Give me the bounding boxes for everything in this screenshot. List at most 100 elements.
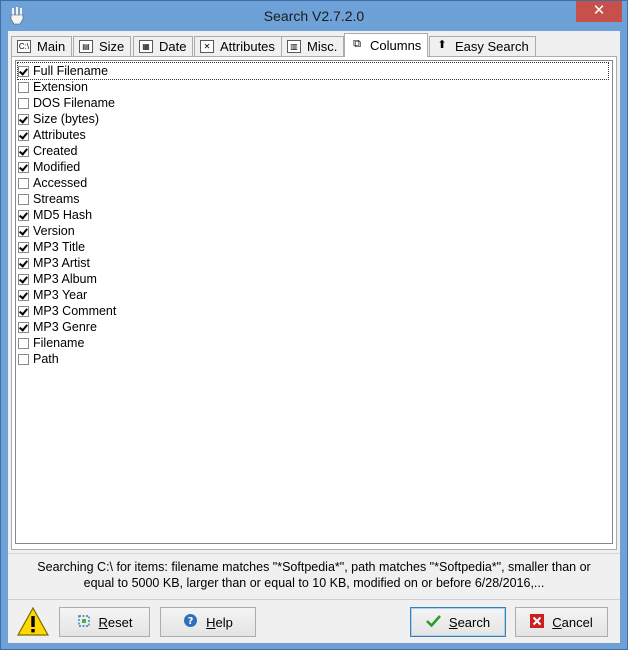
misc-icon: ▥: [287, 40, 301, 53]
checkbox[interactable]: [18, 289, 29, 301]
cancel-button[interactable]: Cancel: [515, 607, 608, 637]
column-option-attributes[interactable]: Attributes: [18, 127, 86, 143]
warning-icon: [16, 606, 50, 636]
tab-label: Attributes: [220, 39, 275, 54]
option-label: Size (bytes): [33, 112, 99, 126]
tab-attributes[interactable]: ✕ Attributes: [194, 36, 282, 56]
column-option-md5-hash[interactable]: MD5 Hash: [18, 207, 92, 223]
tab-label: Date: [159, 39, 187, 54]
checkbox[interactable]: [18, 305, 29, 317]
option-label: MP3 Genre: [33, 320, 97, 334]
search-summary: Searching C:\ for items: filename matche…: [8, 553, 620, 599]
option-label: Modified: [33, 160, 81, 174]
checkbox[interactable]: [18, 177, 29, 189]
checkbox[interactable]: [18, 257, 29, 269]
summary-line-2: equal to 5000 KB, larger than or equal t…: [83, 576, 545, 590]
checkbox[interactable]: [18, 353, 29, 365]
column-option-mp3-comment[interactable]: MP3 Comment: [18, 303, 116, 319]
option-label: Version: [33, 224, 75, 238]
column-option-extension[interactable]: Extension: [18, 79, 88, 95]
tab-main[interactable]: C:\ Main: [11, 36, 73, 56]
checkbox[interactable]: [18, 129, 29, 141]
reset-button[interactable]: Reset: [59, 607, 150, 637]
tab-columns[interactable]: ⧉ Columns: [344, 33, 429, 57]
cancel-icon: [530, 613, 545, 631]
tab-label: Size: [99, 39, 125, 54]
checkbox[interactable]: [18, 65, 29, 77]
column-option-created[interactable]: Created: [18, 143, 77, 159]
tab-label: Main: [37, 39, 66, 54]
option-label: MP3 Comment: [33, 304, 117, 318]
column-option-mp3-genre[interactable]: MP3 Genre: [18, 319, 97, 335]
column-option-full-filename[interactable]: Full Filename: [17, 62, 609, 80]
checkbox[interactable]: [18, 161, 29, 173]
column-option-size[interactable]: Size (bytes): [18, 111, 99, 127]
option-label: MD5 Hash: [33, 208, 93, 222]
checkbox[interactable]: [18, 337, 29, 349]
app-window: Search V2.7.2.0 ✕ C:\ Main ▤ Size ▦ Date…: [0, 0, 628, 650]
tab-size[interactable]: ▤ Size: [73, 36, 132, 56]
column-option-mp3-artist[interactable]: MP3 Artist: [18, 255, 90, 271]
checkbox[interactable]: [18, 145, 29, 157]
option-label: MP3 Title: [33, 240, 86, 254]
column-option-version[interactable]: Version: [18, 223, 75, 239]
option-label: MP3 Album: [33, 272, 97, 286]
tab-label: Misc.: [307, 39, 338, 54]
option-label: Streams: [33, 192, 80, 206]
help-label: Help: [206, 614, 233, 630]
columns-checklist[interactable]: Full Filename Extension DOS Filename Siz…: [15, 60, 613, 544]
cancel-label: Cancel: [552, 614, 593, 630]
tab-misc[interactable]: ▥ Misc.: [281, 36, 345, 56]
checkbox[interactable]: [18, 81, 29, 93]
svg-text:?: ?: [188, 616, 194, 627]
close-button[interactable]: ✕: [576, 1, 622, 22]
up-arrow-icon: ⬆: [437, 39, 447, 51]
checkbox[interactable]: [18, 97, 29, 109]
column-option-modified[interactable]: Modified: [18, 159, 80, 175]
checkbox[interactable]: [18, 225, 29, 237]
client-area: C:\ Main ▤ Size ▦ Date ✕ Attributes ▥ Mi…: [8, 31, 620, 643]
option-label: Extension: [33, 80, 88, 94]
column-option-accessed[interactable]: Accessed: [18, 175, 87, 191]
columns-icon: ⧉: [353, 38, 361, 50]
option-label: MP3 Artist: [33, 256, 90, 270]
column-option-mp3-year[interactable]: MP3 Year: [18, 287, 87, 303]
option-label: MP3 Year: [33, 288, 88, 302]
search-button[interactable]: Search: [410, 607, 506, 637]
columns-panel: Full Filename Extension DOS Filename Siz…: [11, 56, 617, 550]
calendar-icon: ▦: [139, 40, 153, 53]
reset-icon: [77, 614, 91, 631]
tab-date[interactable]: ▦ Date: [133, 36, 194, 56]
help-icon: ?: [183, 613, 198, 631]
button-bar: Reset ? Help Search Cancel: [8, 599, 620, 644]
checkbox[interactable]: [18, 193, 29, 205]
option-label: Attributes: [33, 128, 86, 142]
option-label: Accessed: [33, 176, 88, 190]
option-label: DOS Filename: [33, 96, 115, 110]
summary-line-1: Searching C:\ for items: filename matche…: [37, 560, 591, 574]
tab-label: Columns: [370, 38, 422, 53]
size-icon: ▤: [79, 40, 93, 53]
option-label: Full Filename: [33, 64, 109, 78]
option-label: Filename: [33, 336, 85, 350]
checkbox[interactable]: [18, 113, 29, 125]
option-label: Path: [33, 352, 59, 366]
tab-label: Easy Search: [455, 39, 529, 54]
help-button[interactable]: ? Help: [160, 607, 256, 637]
checkbox[interactable]: [18, 209, 29, 221]
column-option-dos-filename[interactable]: DOS Filename: [18, 95, 115, 111]
checkbox[interactable]: [18, 273, 29, 285]
title-bar[interactable]: Search V2.7.2.0 ✕: [1, 1, 627, 31]
column-option-mp3-title[interactable]: MP3 Title: [18, 239, 85, 255]
column-option-streams[interactable]: Streams: [18, 191, 80, 207]
reset-label: Reset: [98, 614, 133, 630]
tab-easy-search[interactable]: ⬆ Easy Search: [429, 36, 536, 56]
search-label: Search: [448, 614, 491, 630]
column-option-path[interactable]: Path: [18, 351, 59, 367]
checkbox[interactable]: [18, 241, 29, 253]
column-option-mp3-album[interactable]: MP3 Album: [18, 271, 97, 287]
attributes-icon: ✕: [200, 40, 214, 53]
column-option-filename[interactable]: Filename: [18, 335, 84, 351]
option-label: Created: [33, 144, 78, 158]
checkbox[interactable]: [18, 321, 29, 333]
